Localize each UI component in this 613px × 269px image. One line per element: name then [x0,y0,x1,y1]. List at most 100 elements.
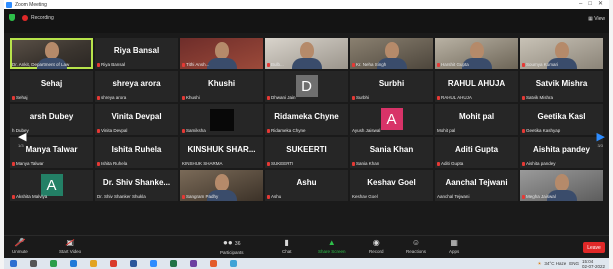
reactions-button[interactable]: ☺ Reactions [406,238,426,254]
close-button[interactable]: ✕ [598,0,603,9]
muted-mic-icon [522,194,525,199]
participant-tile[interactable]: Ishita Ruhela Ishita Ruhela [95,137,178,168]
participant-tile[interactable]: Sangram Padhy [180,170,263,201]
word-icon[interactable] [130,260,137,267]
participant-name-label: Mohit pal [437,128,455,133]
participant-tile[interactable]: Sania Khan Sania Khan [350,137,433,168]
participant-tile[interactable]: Bulb... [265,38,348,69]
unmute-button[interactable]: 🎤 Unmute [12,238,28,254]
participant-tile[interactable]: Geetika Kasl Geetika Kashyap [520,104,603,135]
zoom-taskbar-icon[interactable] [150,260,157,267]
participant-tile[interactable]: Dr. Ankit, Department of Law [10,38,93,69]
file-explorer-icon[interactable] [90,260,97,267]
maximize-button[interactable]: □ [588,0,592,9]
participant-display-name: shreya arora [112,79,161,88]
participant-tile[interactable]: SUKEERTI SUKEERTI [265,137,348,168]
participant-label-text: Ridameka Chyne [271,128,306,133]
participant-label-text: Kr. Neha Singh [356,62,387,67]
participant-tile[interactable]: Ridameka Chyne Ridameka Chyne [265,104,348,135]
participant-display-name: Ashu [296,178,317,187]
store-icon[interactable] [230,260,237,267]
minimize-button[interactable]: – [579,0,582,9]
start-windows-icon[interactable] [10,260,17,267]
participant-video-body [206,58,237,69]
previous-page-arrow-icon[interactable]: ◀ [18,130,26,143]
participant-display-name: SUKEERTI [286,145,327,154]
participants-button[interactable]: ●● 36 Participants [220,238,244,255]
participant-name-label: Dr. Ankit, Department of Law [12,62,69,67]
avatar: A [380,108,403,130]
start-video-button[interactable]: ▣ Start Video [59,238,81,254]
participant-tile[interactable]: Megha Jaiswal [520,170,603,201]
powerpoint-icon[interactable] [210,260,217,267]
participant-tile[interactable]: shreya arora shreya arora [95,71,178,102]
participant-tile[interactable]: Riya Bansal Riya Bansal [95,38,178,69]
participant-display-name: Aanchal Tejwani [445,178,508,187]
language-indicator[interactable]: ENG [569,261,579,266]
weather-text[interactable]: 34°C Haze [544,261,566,266]
participant-display-name: Ishita Ruhela [111,145,162,154]
avatar: A [40,174,63,196]
participant-tile[interactable]: Sehaj Sehaj [10,71,93,102]
participant-tile[interactable]: Khushi Khushi [180,71,263,102]
muted-mic-icon [182,95,185,100]
participant-label-text: Soumya Kumari [526,62,559,67]
chat-label: Chat [282,249,292,254]
participant-video-face [469,42,484,59]
search-icon[interactable] [30,260,37,267]
participant-tile[interactable]: Keshav Goel Keshav Goel [350,170,433,201]
participant-tile[interactable]: Dr. Shiv Shanke... Dr. Shiv Shanker Shukl… [95,170,178,201]
participant-tile[interactable]: Vinita Devpal Vinita Devpal [95,104,178,135]
participant-name-label: Ashu [267,194,281,199]
record-button[interactable]: ◉ Record [369,238,384,254]
participant-tile[interactable]: Soumya Kumari [520,38,603,69]
participant-tile[interactable]: Tithi Ansh... [180,38,263,69]
participant-tile[interactable]: Aanchal Tejwani Aanchal Tejwani [435,170,518,201]
next-page-arrow-icon[interactable]: ▶ [597,130,605,143]
participant-label-text: Ayush Jaiswal [352,128,381,133]
participant-tile[interactable]: Kr. Neha Singh [350,38,433,69]
recording-indicator[interactable]: Recording [9,14,54,21]
window-controls: – □ ✕ [579,0,603,9]
office-icon[interactable] [110,260,117,267]
participant-display-name: Khushi [207,79,236,88]
view-button[interactable]: ▦ View [588,16,605,22]
participant-display-name: arsh Dubey [29,112,74,121]
participant-tile[interactable]: RAHUL AHUJA RAHUL AHUJA [435,71,518,102]
participant-tile[interactable]: D Dhwani Jain [265,71,348,102]
participant-tile[interactable]: Samiksha [180,104,263,135]
participant-label-text: RAHUL AHUJA [441,95,472,100]
chat-button[interactable]: ▮ Chat [282,238,292,254]
muted-mic-icon [437,62,440,67]
participant-name-label: Riya Bansal [97,62,125,67]
edge-icon[interactable] [70,260,77,267]
participant-label-text: Aishita pandey [526,161,556,166]
share-screen-button[interactable]: ▲ Share Screen [318,238,346,254]
participant-name-label: Megha Jaiswal [522,194,556,199]
participant-tile[interactable]: Ashu Ashu [265,170,348,201]
participants-label: Participants [220,250,244,255]
clock[interactable]: 15:04 02-07-2022 [582,259,605,269]
participant-tile[interactable]: KINSHUK SHAR... KINSHUK SHARMA [180,137,263,168]
participant-tile[interactable]: Aishita pandey Aishita pandey [520,137,603,168]
participant-tile[interactable]: Aditi Gupta Aditi Gupta [435,137,518,168]
chrome-icon[interactable] [50,260,57,267]
participant-tile[interactable]: Mohit pal Mohit pal [435,104,518,135]
participant-display-name: Vinita Devpal [111,112,162,121]
participant-tile[interactable]: Surbhi Surbhi [350,71,433,102]
system-tray: ☀ 34°C Haze ENG 15:04 02-07-2022 [537,259,605,269]
apps-button[interactable]: ▦ Apps [449,238,459,254]
meeting-top-bar: Recording ▦ View [4,9,609,33]
muted-mic-icon [12,161,15,166]
participant-tile[interactable]: Harshit Gupta [435,38,518,69]
leave-button[interactable]: Leave [583,242,605,253]
participant-tile[interactable]: A Ayush Jaiswal [350,104,433,135]
muted-mic-icon [267,62,270,67]
excel-icon[interactable] [170,260,177,267]
view-label: View [594,16,605,22]
participant-tile[interactable]: A Akshita Malviya [10,170,93,201]
apps-label: Apps [449,249,460,254]
participant-tile[interactable]: Satvik Mishra Satvik Mishra [520,71,603,102]
teams-icon[interactable] [190,260,197,267]
participant-label-text: Surbhi [356,95,370,100]
